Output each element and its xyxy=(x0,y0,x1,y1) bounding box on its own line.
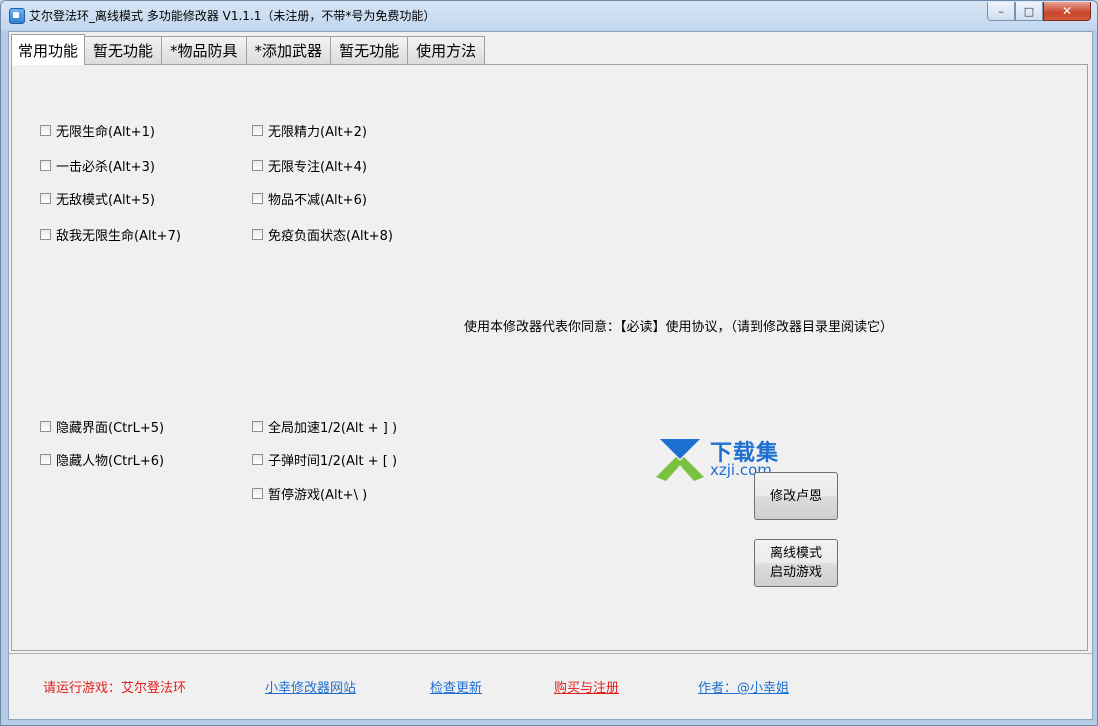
title-bar[interactable]: 艾尔登法环_离线模式 多功能修改器 V1.1.1（未注册，不带*号为免费功能） … xyxy=(1,1,1097,29)
checkbox-box[interactable] xyxy=(40,229,51,240)
checkbox-box[interactable] xyxy=(40,421,51,432)
checkbox-label: 无限精力(Alt+2) xyxy=(268,125,367,140)
checkbox-label: 无敌模式(Alt+5) xyxy=(56,193,155,208)
checkbox-box[interactable] xyxy=(252,193,263,204)
checkbox-all-infinite-health[interactable]: 敌我无限生命(Alt+7) xyxy=(40,225,181,244)
tab-no-function-1[interactable]: 暂无功能 xyxy=(84,36,163,64)
tab-add-weapons[interactable]: *添加武器 xyxy=(245,36,332,64)
checkbox-label: 无限生命(Alt+1) xyxy=(56,125,155,140)
offline-launch-game-button[interactable]: 离线模式 启动游戏 xyxy=(754,539,838,587)
button-label-line2: 启动游戏 xyxy=(769,565,822,580)
checkbox-one-hit-kill[interactable]: 一击必杀(Alt+3) xyxy=(40,156,155,175)
checkbox-label: 无限专注(Alt+4) xyxy=(268,160,367,175)
checkbox-infinite-focus[interactable]: 无限专注(Alt+4) xyxy=(252,156,367,175)
app-window: 艾尔登法环_离线模式 多功能修改器 V1.1.1（未注册，不带*号为免费功能） … xyxy=(0,0,1098,726)
checkbox-global-speedup[interactable]: 全局加速1/2(Alt + ] ) xyxy=(252,417,397,436)
tab-strip: 常用功能 暂无功能 *物品防具 *添加武器 暂无功能 使用方法 xyxy=(11,34,486,65)
checkbox-infinite-health[interactable]: 无限生命(Alt+1) xyxy=(40,121,155,140)
author-link[interactable]: 作者：@小幸姐 xyxy=(698,677,789,696)
checkbox-box[interactable] xyxy=(40,454,51,465)
check-update-link[interactable]: 检查更新 xyxy=(430,677,482,696)
checkbox-label: 隐藏界面(CtrL+5) xyxy=(56,421,165,436)
checkbox-god-mode[interactable]: 无敌模式(Alt+5) xyxy=(40,189,155,208)
maximize-button[interactable]: □ xyxy=(1015,2,1043,21)
tab-panel-common: 无限生命(Alt+1) 无限精力(Alt+2) 一击必杀(Alt+3) 无限专注… xyxy=(11,64,1088,651)
checkbox-label: 一击必杀(Alt+3) xyxy=(56,160,155,175)
checkbox-label: 全局加速1/2(Alt + ] ) xyxy=(268,421,398,436)
button-label: 修改卢恩 xyxy=(769,488,822,504)
tab-usage[interactable]: 使用方法 xyxy=(407,36,486,64)
checkbox-box[interactable] xyxy=(252,421,263,432)
modify-runes-button[interactable]: 修改卢恩 xyxy=(754,472,838,520)
checkbox-box[interactable] xyxy=(252,488,263,499)
checkbox-box[interactable] xyxy=(40,160,51,171)
checkbox-label: 暂停游戏(Alt+\ ) xyxy=(268,488,368,503)
checkbox-bullet-time[interactable]: 子弹时间1/2(Alt + [ ) xyxy=(252,450,397,469)
checkbox-hide-character[interactable]: 隐藏人物(CtrL+6) xyxy=(40,450,164,469)
close-button[interactable]: ✕ xyxy=(1043,2,1091,21)
checkbox-items-not-decrease[interactable]: 物品不减(Alt+6) xyxy=(252,189,367,208)
checkbox-box[interactable] xyxy=(252,454,263,465)
checkbox-infinite-stamina[interactable]: 无限精力(Alt+2) xyxy=(252,121,367,140)
checkbox-label: 敌我无限生命(Alt+7) xyxy=(56,229,181,244)
website-link[interactable]: 小幸修改器网站 xyxy=(265,677,356,696)
client-area: 常用功能 暂无功能 *物品防具 *添加武器 暂无功能 使用方法 无限生命(Alt… xyxy=(8,31,1093,720)
checkbox-box[interactable] xyxy=(252,125,263,136)
footer-divider xyxy=(9,653,1092,654)
window-controls: – □ ✕ xyxy=(987,2,1091,21)
checkbox-box[interactable] xyxy=(40,125,51,136)
app-icon xyxy=(9,8,25,24)
checkbox-hide-ui[interactable]: 隐藏界面(CtrL+5) xyxy=(40,417,164,436)
minimize-button[interactable]: – xyxy=(987,2,1015,21)
button-label-line1: 离线模式 xyxy=(769,546,822,561)
agreement-notice: 使用本修改器代表你同意：【必读】使用协议，（请到修改器目录里阅读它） xyxy=(464,320,894,335)
download-arrow-icon xyxy=(656,439,704,481)
checkbox-label: 物品不减(Alt+6) xyxy=(268,193,367,208)
checkbox-box[interactable] xyxy=(40,193,51,204)
buy-register-link[interactable]: 购买与注册 xyxy=(554,677,619,696)
checkbox-immune-negative-status[interactable]: 免疫负面状态(Alt+8) xyxy=(252,225,393,244)
tab-no-function-2[interactable]: 暂无功能 xyxy=(330,36,409,64)
run-game-status: 请运行游戏：艾尔登法环 xyxy=(43,681,187,696)
checkbox-label: 子弹时间1/2(Alt + [ ) xyxy=(268,454,398,469)
checkbox-pause-game[interactable]: 暂停游戏(Alt+\ ) xyxy=(252,484,367,503)
tab-items-armor[interactable]: *物品防具 xyxy=(161,36,247,64)
window-title: 艾尔登法环_离线模式 多功能修改器 V1.1.1（未注册，不带*号为免费功能） xyxy=(29,9,436,23)
checkbox-label: 免疫负面状态(Alt+8) xyxy=(268,229,393,244)
tab-common-functions[interactable]: 常用功能 xyxy=(11,34,86,65)
checkbox-box[interactable] xyxy=(252,229,263,240)
checkbox-box[interactable] xyxy=(252,160,263,171)
checkbox-label: 隐藏人物(CtrL+6) xyxy=(56,454,165,469)
